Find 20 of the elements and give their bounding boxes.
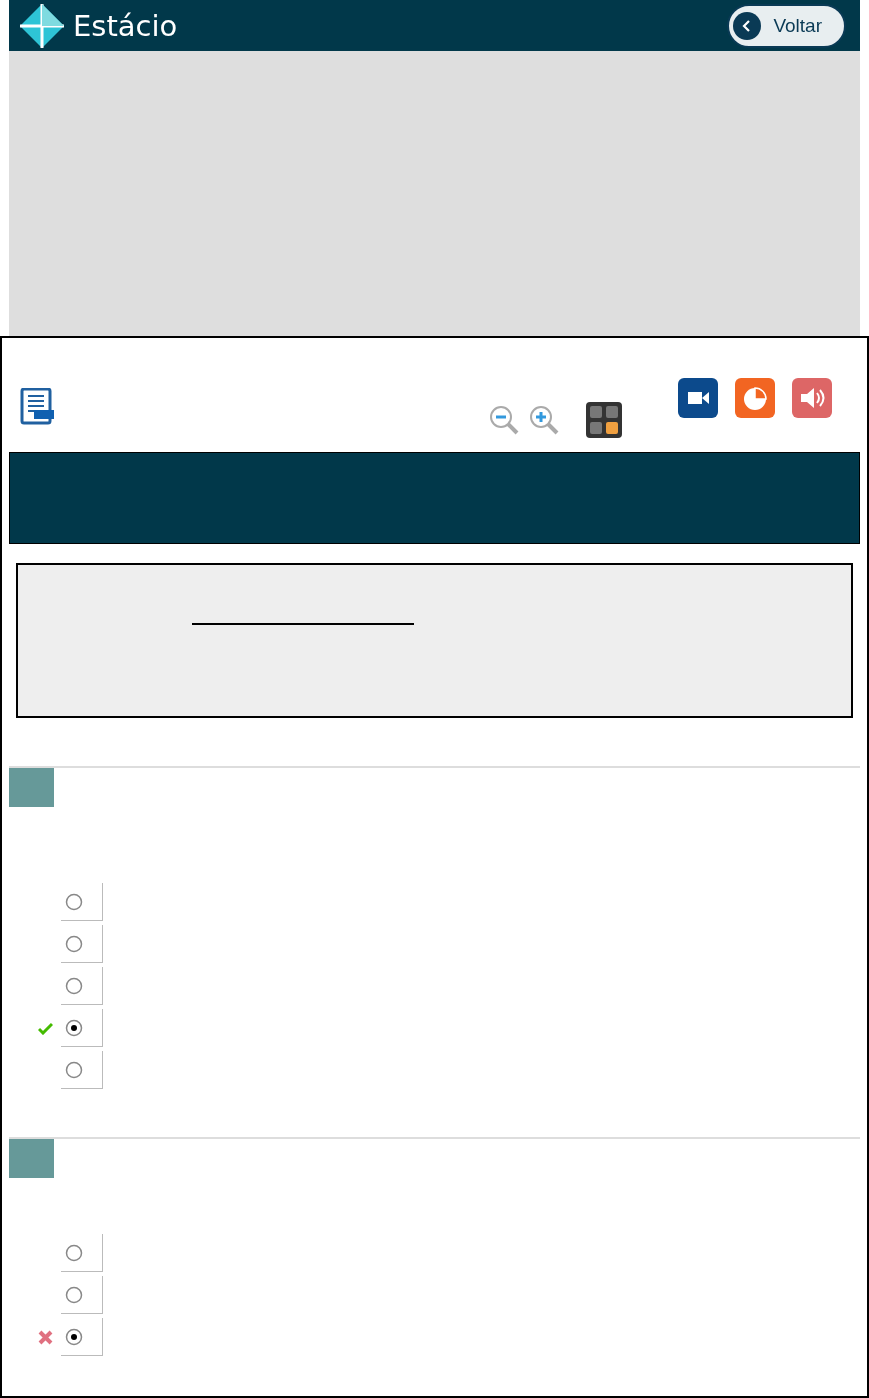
- logo-text: Estácio: [73, 8, 178, 43]
- back-button[interactable]: Voltar: [727, 3, 846, 48]
- video-camera-icon[interactable]: [678, 378, 718, 418]
- radio-button[interactable]: [65, 976, 83, 995]
- document-icon[interactable]: [20, 388, 56, 426]
- logo-icon: [19, 2, 65, 49]
- zoom-out-icon[interactable]: [488, 404, 520, 436]
- question-number-box: [9, 1139, 54, 1178]
- pie-chart-icon[interactable]: [735, 378, 775, 418]
- radio-button[interactable]: [65, 1018, 83, 1037]
- question-number-box: [9, 768, 54, 807]
- radio-button[interactable]: [65, 892, 83, 911]
- speaker-icon[interactable]: [792, 378, 832, 418]
- radio-button[interactable]: [65, 1060, 83, 1079]
- zoom-in-icon[interactable]: [528, 404, 560, 436]
- radio-button[interactable]: [65, 1243, 83, 1262]
- radio-button[interactable]: [65, 1285, 83, 1304]
- radio-button[interactable]: [65, 1327, 83, 1346]
- calculator-icon[interactable]: [585, 401, 623, 439]
- radio-button[interactable]: [65, 934, 83, 953]
